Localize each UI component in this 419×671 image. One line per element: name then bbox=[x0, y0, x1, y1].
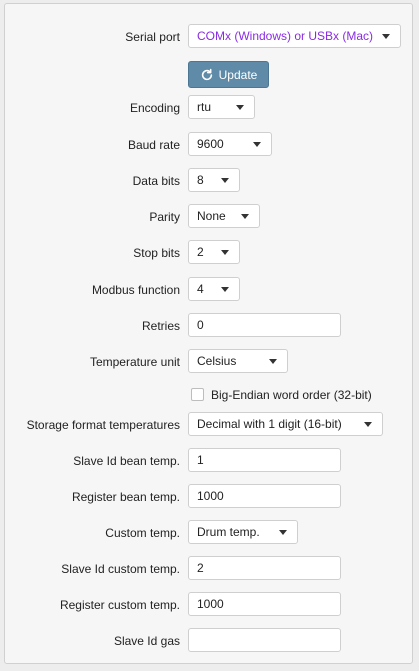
baud-rate-select[interactable]: 9600 bbox=[188, 132, 272, 156]
chevron-down-icon bbox=[236, 104, 244, 110]
chevron-down-icon bbox=[221, 286, 229, 292]
slave-id-custom-input[interactable]: 2 bbox=[188, 556, 341, 580]
modbus-function-select[interactable]: 4 bbox=[188, 277, 240, 301]
register-custom-input[interactable]: 1000 bbox=[188, 592, 341, 616]
chevron-down-icon bbox=[221, 177, 229, 183]
data-bits-select[interactable]: 8 bbox=[188, 168, 240, 192]
register-bean-label: Register bean temp. bbox=[71, 490, 180, 504]
update-button[interactable]: Update bbox=[188, 61, 269, 88]
temperature-unit-select[interactable]: Celsius bbox=[188, 349, 288, 373]
refresh-icon bbox=[201, 68, 212, 80]
temperature-unit-value: Celsius bbox=[197, 354, 237, 368]
slave-id-bean-label: Slave Id bean temp. bbox=[73, 454, 180, 468]
modbus-function-label: Modbus function bbox=[91, 283, 180, 297]
register-bean-input[interactable]: 1000 bbox=[188, 484, 341, 508]
retries-input[interactable]: 0 bbox=[188, 313, 341, 337]
baud-rate-label: Baud rate bbox=[127, 138, 180, 152]
stop-bits-select[interactable]: 2 bbox=[188, 240, 240, 264]
chevron-down-icon bbox=[253, 141, 261, 147]
parity-label: Parity bbox=[149, 210, 180, 224]
serial-port-label: Serial port bbox=[125, 30, 180, 44]
storage-format-select[interactable]: Decimal with 1 digit (16-bit) bbox=[188, 412, 383, 436]
parity-select[interactable]: None bbox=[188, 204, 260, 228]
slave-id-bean-input[interactable]: 1 bbox=[188, 448, 341, 472]
settings-panel: Serial port COMx (Windows) or USBx (Mac)… bbox=[4, 3, 413, 664]
baud-rate-value: 9600 bbox=[197, 137, 224, 151]
chevron-down-icon bbox=[364, 421, 372, 427]
storage-format-label: Storage format temperatures bbox=[26, 418, 180, 432]
serial-port-select[interactable]: COMx (Windows) or USBx (Mac) bbox=[188, 24, 401, 48]
chevron-down-icon bbox=[279, 529, 287, 535]
slave-id-custom-label: Slave Id custom temp. bbox=[61, 562, 180, 576]
custom-temp-select[interactable]: Drum temp. bbox=[188, 520, 298, 544]
custom-temp-value: Drum temp. bbox=[197, 525, 260, 539]
encoding-value: rtu bbox=[197, 100, 212, 114]
big-endian-label: Big-Endian word order (32-bit) bbox=[211, 388, 372, 402]
slave-id-gas-input[interactable] bbox=[188, 628, 341, 652]
storage-format-value: Decimal with 1 digit (16-bit) bbox=[197, 417, 342, 431]
custom-temp-label: Custom temp. bbox=[105, 526, 180, 540]
encoding-label: Encoding bbox=[129, 101, 180, 115]
slave-id-gas-label: Slave Id gas bbox=[113, 634, 180, 648]
chevron-down-icon bbox=[269, 358, 277, 364]
chevron-down-icon bbox=[221, 249, 229, 255]
big-endian-checkbox[interactable] bbox=[191, 388, 204, 401]
data-bits-value: 8 bbox=[197, 173, 204, 187]
modbus-function-value: 4 bbox=[197, 282, 204, 296]
temperature-unit-label: Temperature unit bbox=[89, 355, 180, 369]
update-button-label: Update bbox=[218, 67, 258, 82]
data-bits-label: Data bits bbox=[132, 174, 180, 188]
stop-bits-label: Stop bits bbox=[133, 246, 180, 260]
serial-port-value: COMx (Windows) or USBx (Mac) bbox=[197, 29, 374, 43]
chevron-down-icon bbox=[382, 33, 390, 39]
parity-value: None bbox=[197, 209, 226, 223]
stop-bits-value: 2 bbox=[197, 245, 204, 259]
encoding-select[interactable]: rtu bbox=[188, 95, 255, 119]
chevron-down-icon bbox=[241, 213, 249, 219]
retries-label: Retries bbox=[141, 319, 180, 333]
register-custom-label: Register custom temp. bbox=[59, 598, 180, 612]
